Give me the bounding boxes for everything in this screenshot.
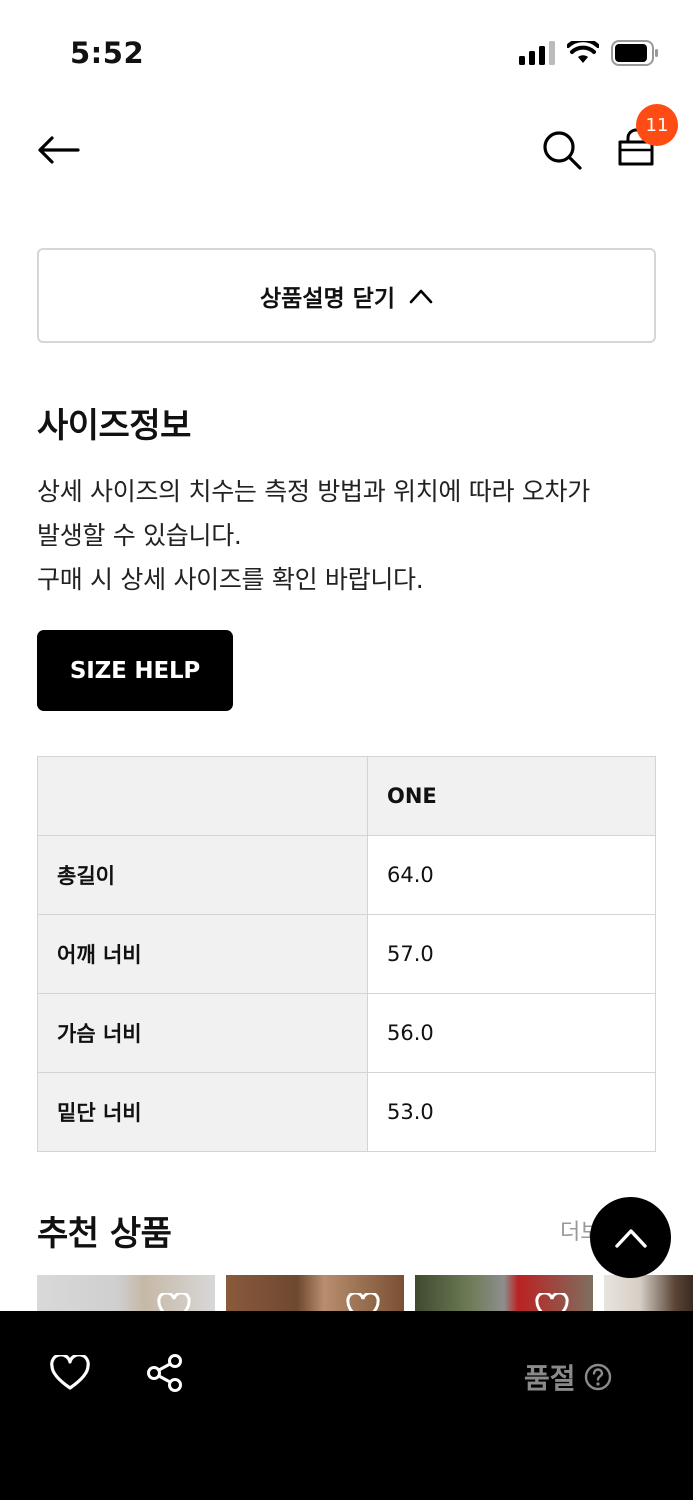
search-icon bbox=[543, 131, 582, 170]
table-row: 가슴 너비 56.0 bbox=[37, 993, 656, 1073]
size-row-value: 57.0 bbox=[367, 914, 656, 994]
battery-icon bbox=[611, 40, 658, 66]
size-table-header-cell: ONE bbox=[367, 756, 656, 836]
size-description-line: 구매 시 상세 사이즈를 확인 바랍니다. bbox=[37, 565, 424, 594]
back-button[interactable] bbox=[36, 130, 84, 170]
size-row-value: 64.0 bbox=[367, 835, 656, 915]
close-description-button[interactable]: 상품설명 닫기 bbox=[37, 248, 656, 343]
product-thumbnail[interactable] bbox=[604, 1275, 693, 1315]
wifi-icon bbox=[567, 41, 599, 63]
chevron-up-icon bbox=[614, 1228, 647, 1248]
chevron-up-icon bbox=[409, 289, 433, 303]
status-time: 5:52 bbox=[70, 36, 145, 70]
share-icon bbox=[147, 1354, 182, 1392]
size-row-value: 56.0 bbox=[367, 993, 656, 1073]
size-help-button[interactable]: SIZE HELP bbox=[37, 630, 233, 711]
size-table-header-cell bbox=[37, 756, 368, 836]
share-button[interactable] bbox=[145, 1353, 185, 1393]
scroll-to-top-button[interactable] bbox=[590, 1197, 671, 1278]
signal-icon bbox=[519, 41, 555, 65]
size-row-label: 어깨 너비 bbox=[37, 914, 368, 994]
recommended-title: 추천 상품 bbox=[37, 1214, 172, 1254]
table-row: 어깨 너비 57.0 bbox=[37, 914, 656, 994]
table-row: 총길이 64.0 bbox=[37, 835, 656, 915]
size-row-label: 가슴 너비 bbox=[37, 993, 368, 1073]
size-info-description: 상세 사이즈의 치수는 측정 방법과 위치에 따라 오차가 발생할 수 있습니다… bbox=[37, 470, 667, 602]
size-table-header-row: ONE bbox=[37, 756, 656, 836]
arrow-left-icon bbox=[38, 136, 80, 164]
product-thumbnail[interactable] bbox=[415, 1275, 593, 1315]
like-button[interactable] bbox=[50, 1353, 90, 1391]
nav-bar bbox=[0, 110, 693, 190]
table-row: 밑단 너비 53.0 bbox=[37, 1072, 656, 1152]
product-thumbnail[interactable] bbox=[226, 1275, 404, 1315]
size-row-label: 밑단 너비 bbox=[37, 1072, 368, 1152]
size-table: ONE 총길이 64.0 어깨 너비 57.0 가슴 너비 56.0 밑단 너비… bbox=[37, 756, 656, 1152]
size-description-line: 발생할 수 있습니다. bbox=[37, 521, 242, 550]
size-info-title: 사이즈정보 bbox=[37, 406, 191, 446]
size-row-value: 53.0 bbox=[367, 1072, 656, 1152]
cart-count-badge: 11 bbox=[636, 104, 678, 146]
recommended-product-strip bbox=[0, 1275, 693, 1315]
status-bar: 5:52 bbox=[0, 0, 693, 100]
search-button[interactable] bbox=[540, 128, 584, 172]
heart-icon bbox=[50, 1353, 90, 1390]
size-description-line: 상세 사이즈의 치수는 측정 방법과 위치에 따라 오차가 bbox=[37, 477, 590, 506]
size-row-label: 총길이 bbox=[37, 835, 368, 915]
help-circle-icon[interactable] bbox=[584, 1363, 612, 1391]
sold-out-status[interactable]: 품절 bbox=[524, 1357, 612, 1397]
bottom-action-bar: 품절 bbox=[0, 1311, 693, 1500]
status-icons bbox=[519, 40, 659, 66]
product-thumbnail[interactable] bbox=[37, 1275, 215, 1315]
close-description-label: 상품설명 닫기 bbox=[260, 285, 395, 312]
sold-out-label: 품절 bbox=[524, 1362, 576, 1395]
